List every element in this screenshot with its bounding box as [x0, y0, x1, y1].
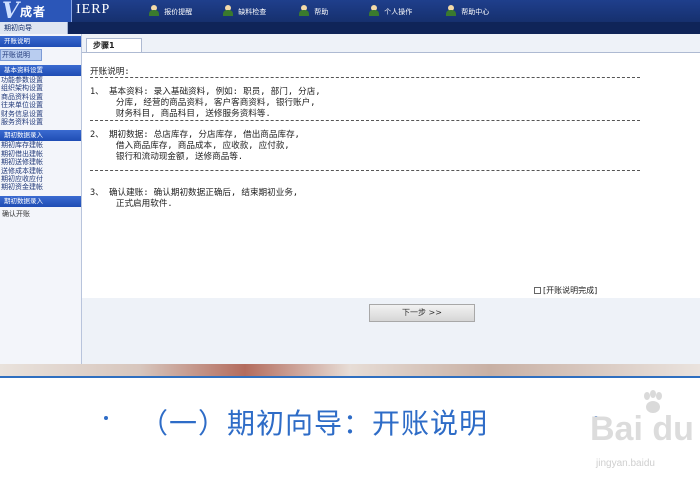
notes-line: 银行和流动现金额, 送修商品等.: [90, 152, 244, 162]
sidebar-section-header[interactable]: 基本资料设置: [0, 65, 81, 76]
topnav-item-reminder[interactable]: 报价提醒: [148, 5, 192, 19]
sidebar-section-header[interactable]: 期初数据录入: [0, 195, 81, 207]
screenshot-page: V 成者 IERP 报价提醒 缺料检查 帮助 个人操作 帮助中心 期初向导 开账…: [0, 0, 700, 490]
notes-heading: 开账说明:: [90, 67, 130, 77]
sidebar: 开账说明 开账说明 基本资料设置 功能参数设置 组织架构设置 商品资料设置 往来…: [0, 34, 82, 364]
top-bar: V 成者 IERP 报价提醒 缺料检查 帮助 个人操作 帮助中心: [0, 0, 700, 24]
topnav-item-help[interactable]: 帮助: [298, 5, 328, 19]
sidebar-item[interactable]: 组织架构设置: [0, 84, 81, 92]
person-icon: [148, 5, 160, 16]
sidebar-item[interactable]: 期初送修建帐: [0, 158, 81, 166]
sidebar-item[interactable]: 财务信息设置: [0, 110, 81, 118]
sidebar-item-opening-notes[interactable]: 开账说明: [0, 49, 42, 61]
watermark-logo: Bai du: [590, 410, 694, 448]
checkbox-icon: [534, 287, 541, 294]
logo-brand: 成者: [20, 5, 47, 19]
divider: [90, 170, 640, 171]
sidebar-item[interactable]: 商品资料设置: [0, 93, 81, 101]
tab-step-1[interactable]: 步骤1: [86, 38, 142, 52]
notes-content: 开账说明: 1、 基本资料: 录入基础资料, 例如: 职员, 部门, 分店, 分…: [82, 52, 700, 298]
sidebar-item[interactable]: 期初借出建帐: [0, 150, 81, 158]
topnav-item-shortage-check[interactable]: 缺料检查: [222, 5, 266, 19]
watermark-url: jingyan.baidu: [596, 458, 655, 469]
topnav-label: 个人操作: [384, 8, 413, 16]
tab-strip: [0, 22, 700, 34]
sidebar-item[interactable]: 期初库存建帐: [0, 141, 81, 149]
tab-label: 期初向导: [4, 24, 32, 32]
logo: V 成者: [0, 0, 72, 24]
notes-line: 正式启用软件.: [90, 199, 173, 209]
sidebar-item[interactable]: 期初资金建帐: [0, 183, 81, 191]
person-icon: [298, 5, 310, 16]
notes-line: 财务科目, 商品科目, 送修服务资料等.: [90, 109, 271, 119]
caption-area: （一）期初向导：开账说明 Bai du jingyan.baidu: [0, 378, 700, 490]
sidebar-item-confirm-open[interactable]: 确认开账: [0, 210, 81, 218]
photo-strip: [0, 364, 700, 376]
checkbox-label: [开账说明完成]: [543, 286, 598, 295]
tab-opening-wizard[interactable]: 期初向导: [0, 22, 68, 34]
sidebar-item[interactable]: 往来单位设置: [0, 101, 81, 109]
divider: [90, 77, 640, 78]
logo-letter: V: [2, 0, 20, 24]
topnav-label: 帮助中心: [461, 8, 490, 16]
person-icon: [368, 5, 380, 16]
sidebar-item[interactable]: 功能参数设置: [0, 76, 81, 84]
sidebar-item[interactable]: 送修成本建帐: [0, 167, 81, 175]
sidebar-item[interactable]: 服务资料设置: [0, 118, 81, 126]
topnav-item-personal[interactable]: 个人操作: [368, 5, 412, 19]
divider: [90, 120, 640, 121]
topnav-item-help-center[interactable]: 帮助中心: [445, 5, 489, 19]
topnav-label: 帮助: [314, 8, 329, 16]
topnav-label: 报价提醒: [164, 8, 193, 16]
caption-dot: [104, 416, 108, 420]
sidebar-section-header[interactable]: 期初数据录入: [0, 130, 81, 142]
sidebar-item[interactable]: 期初应收应付: [0, 175, 81, 183]
topnav-label: 缺料检查: [238, 8, 267, 16]
person-icon: [222, 5, 234, 16]
product-name: IERP: [76, 2, 111, 17]
next-step-button[interactable]: 下一步 >>: [369, 304, 475, 322]
caption-title: （一）期初向导：开账说明: [140, 407, 489, 440]
main-panel: 步骤1 开账说明: 1、 基本资料: 录入基础资料, 例如: 职员, 部门, 分…: [82, 34, 700, 364]
sidebar-section-header[interactable]: 开账说明: [0, 36, 81, 47]
person-icon: [445, 5, 457, 16]
notes-complete-checkbox[interactable]: [开账说明完成]: [534, 285, 597, 296]
